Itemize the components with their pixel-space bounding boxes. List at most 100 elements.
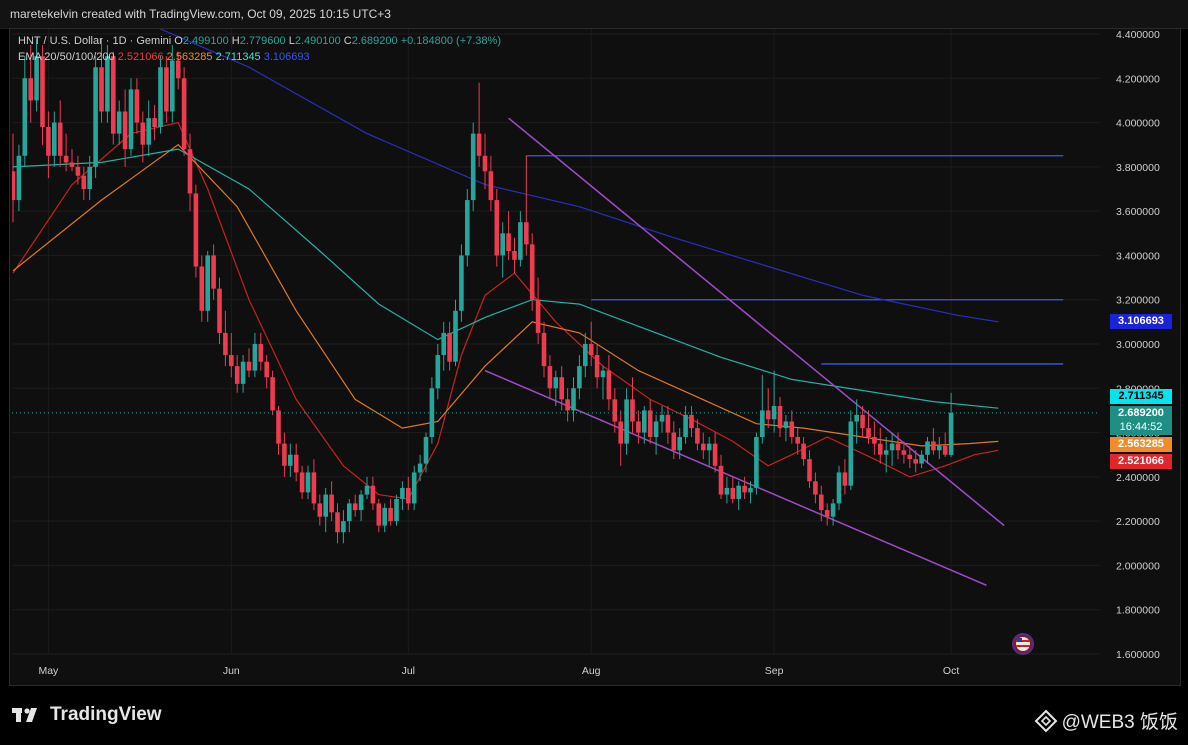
candle-body xyxy=(69,162,75,167)
candle-body xyxy=(276,410,281,444)
candle-body xyxy=(842,472,848,486)
x-axis-tick-label: Jun xyxy=(223,665,240,677)
candle-body xyxy=(453,310,458,362)
ema200-value: 3.106693 xyxy=(263,51,310,63)
candle-body xyxy=(801,443,806,460)
candle-body xyxy=(358,494,364,511)
candle-body xyxy=(854,414,859,422)
candle-body xyxy=(252,344,258,371)
close-value: 2.689200 xyxy=(351,35,398,47)
candle-body xyxy=(205,255,210,311)
candle-body xyxy=(618,421,623,444)
candle-body xyxy=(246,361,252,371)
candle-body xyxy=(571,388,576,411)
candle-body xyxy=(364,485,370,495)
ema20-value: 2.521066 xyxy=(117,51,164,63)
price-chart[interactable]: 4.400000 4.200000 4.000000 3.800000 3.600000… xyxy=(0,0,1188,745)
candle-body xyxy=(647,410,653,437)
candle-body xyxy=(718,465,724,495)
candle-body xyxy=(795,437,800,444)
candle-body xyxy=(748,487,753,493)
candle-body xyxy=(482,155,488,172)
candle-body xyxy=(925,441,930,455)
candle-body xyxy=(907,454,913,460)
open-label: O xyxy=(174,35,183,47)
candle-body xyxy=(730,487,736,499)
candle-body xyxy=(512,251,517,260)
candle-body xyxy=(299,472,305,493)
candle-body xyxy=(653,421,659,437)
candle-body xyxy=(942,445,948,455)
us-flag-icon xyxy=(1012,633,1034,655)
ema200-badge: 3.106693 xyxy=(1110,314,1172,329)
candle-body xyxy=(541,332,547,367)
candle-body xyxy=(282,443,287,466)
watermark-text: @WEB3 饭饭 xyxy=(1061,712,1178,733)
candle-body xyxy=(394,499,399,522)
candle-body xyxy=(429,388,435,437)
candle-body xyxy=(583,344,588,367)
candle-body xyxy=(305,472,311,493)
candle-body xyxy=(352,503,358,511)
candle-body xyxy=(706,443,712,451)
candle-body xyxy=(435,355,441,389)
flag-stripe xyxy=(1016,645,1030,647)
candle-body xyxy=(217,288,222,333)
candle-body xyxy=(866,428,871,437)
candle-body xyxy=(81,175,87,189)
candle-body xyxy=(459,255,464,311)
y-axis-tick-label: 3.600000 xyxy=(1116,206,1160,218)
candle-body xyxy=(783,421,789,429)
candle-body xyxy=(529,244,535,300)
candle-body xyxy=(948,412,954,455)
tradingview-logo[interactable]: TradingView xyxy=(12,704,162,726)
candle-body xyxy=(476,133,482,156)
candle-body xyxy=(270,377,275,411)
candle-body xyxy=(524,222,529,245)
ema50-badge: 2.563285 xyxy=(1110,437,1172,452)
candle-body xyxy=(901,450,907,455)
chart-screenshot: maretekelvin created with TradingView.co… xyxy=(0,0,1188,745)
candle-body xyxy=(547,366,553,389)
high-value: 2.779600 xyxy=(239,35,286,47)
candle-body xyxy=(830,503,836,517)
candle-body xyxy=(105,56,110,112)
candle-body xyxy=(417,463,423,473)
candle-body xyxy=(370,485,376,504)
candle-body xyxy=(146,118,151,145)
candle-body xyxy=(659,414,665,422)
candle-body xyxy=(116,111,122,134)
candle-body xyxy=(701,443,706,451)
ema20-badge: 2.521066 xyxy=(1110,454,1172,469)
y-axis-tick-label: 2.000000 xyxy=(1116,560,1160,572)
candle-body xyxy=(642,410,647,433)
plot-area xyxy=(12,29,1100,655)
candle-body xyxy=(689,414,694,429)
y-axis-tick-label: 3.800000 xyxy=(1116,162,1160,174)
candle-body xyxy=(12,171,16,201)
close-label: C xyxy=(343,35,352,47)
x-axis-tick-label: Aug xyxy=(582,665,601,677)
flag-canton xyxy=(1017,638,1022,642)
candle-body xyxy=(777,406,783,429)
candle-body xyxy=(193,193,199,267)
candle-body xyxy=(765,410,771,420)
author-watermark: @WEB3 饭饭 xyxy=(1034,707,1178,734)
candle-body xyxy=(22,78,28,156)
candle-body xyxy=(742,485,747,493)
ema-label: EMA 20/50/100/200 xyxy=(18,51,115,63)
y-axis-tick-label: 4.000000 xyxy=(1116,118,1160,130)
candle-body xyxy=(695,428,700,444)
candle-body xyxy=(258,344,264,362)
candle-body xyxy=(848,421,854,486)
y-axis-tick-label: 3.000000 xyxy=(1116,339,1160,351)
candle-body xyxy=(577,366,582,389)
y-axis-tick-label: 3.200000 xyxy=(1116,295,1160,307)
candle-body xyxy=(465,200,470,256)
countdown-badge: 16:44:52 xyxy=(1110,420,1172,435)
candle-body xyxy=(606,370,612,400)
candle-body xyxy=(760,410,765,437)
candle-body xyxy=(872,437,877,444)
candle-body xyxy=(612,399,618,422)
tradingview-logo-icon xyxy=(12,708,37,722)
